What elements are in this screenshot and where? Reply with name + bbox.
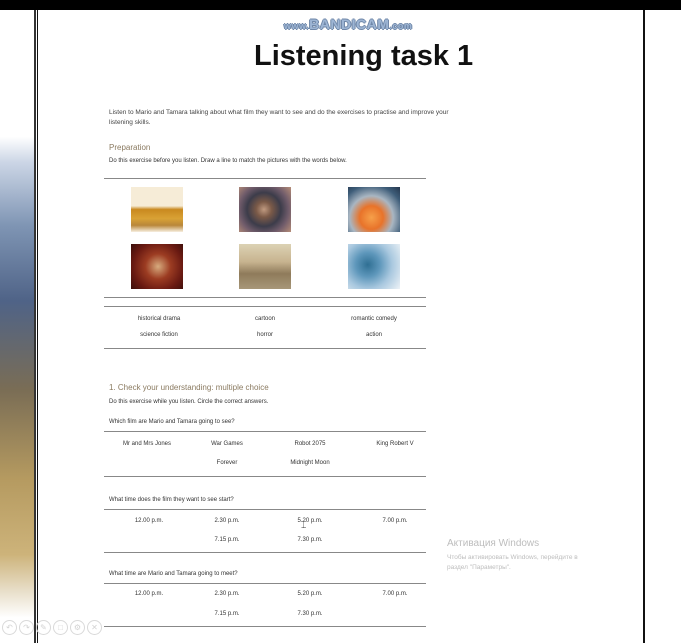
activation-heading: Активация Windows	[447, 538, 540, 549]
divider	[104, 476, 426, 477]
presentation-toolbar: ↶ ↷ ✎ □ ⚙ ✕	[2, 620, 102, 636]
fire-explosion-image	[348, 187, 400, 232]
close-icon[interactable]: ✕	[87, 620, 102, 635]
divider	[104, 552, 426, 553]
answer-option[interactable]: Midnight Moon	[271, 460, 349, 466]
answer-option[interactable]: 7.15 p.m.	[188, 611, 266, 617]
answer-option[interactable]: 7.00 p.m.	[356, 518, 434, 524]
answer-option[interactable]: 5.20 p.m.	[271, 591, 349, 597]
answer-option[interactable]: 7.30 p.m.	[271, 537, 349, 543]
preparation-heading: Preparation	[109, 143, 151, 152]
portrait-image	[239, 187, 291, 232]
exercise1-instruction: Do this exercise while you listen. Circl…	[109, 399, 269, 405]
top-black-bar	[0, 0, 681, 10]
eraser-icon[interactable]: □	[53, 620, 68, 635]
answer-option[interactable]: 5.20 p.m.	[271, 518, 349, 524]
pen-icon[interactable]: ✎	[36, 620, 51, 635]
question-2: What time does the film they want to see…	[109, 497, 234, 503]
answer-option[interactable]: Mr and Mrs Jones	[108, 441, 186, 447]
scifi-image	[348, 244, 400, 289]
answer-option[interactable]: 7.00 p.m.	[356, 591, 434, 597]
answer-option[interactable]: Forever	[188, 460, 266, 466]
page-title: Listening task 1	[254, 40, 474, 72]
divider	[104, 509, 426, 510]
background-window-strip	[0, 10, 36, 643]
word-bank: historical drama cartoon romantic comedy…	[104, 306, 426, 349]
answer-option[interactable]: 7.15 p.m.	[188, 537, 266, 543]
answer-option[interactable]: 7.30 p.m.	[271, 611, 349, 617]
word-item: action	[365, 332, 382, 338]
word-item: cartoon	[254, 316, 275, 322]
word-item: science fiction	[140, 332, 178, 338]
text-cursor-icon: ⌶	[301, 520, 307, 530]
divider	[104, 583, 426, 584]
answer-option[interactable]: Robot 2075	[271, 441, 349, 447]
forest-image	[239, 244, 291, 289]
right-margin	[644, 10, 681, 643]
answer-option[interactable]: King Robert V	[356, 441, 434, 447]
windows-activation-notice: Активация Windows Чтобы активировать Win…	[447, 538, 607, 573]
drama-image	[131, 244, 183, 289]
question-3: What time are Mario and Tamara going to …	[109, 571, 238, 577]
divider	[104, 626, 426, 627]
exercise1-heading: 1. Check your understanding: multiple ch…	[109, 383, 269, 392]
redo-icon[interactable]: ↷	[19, 620, 34, 635]
answer-option[interactable]: 12.00 p.m.	[110, 591, 188, 597]
bandicam-watermark: www.BANDICAM.com	[284, 16, 413, 32]
picture-grid	[104, 178, 426, 298]
word-item: romantic comedy	[351, 316, 397, 322]
preparation-instruction: Do this exercise before you listen. Draw…	[109, 158, 347, 164]
historical-scene-image	[131, 187, 183, 232]
undo-icon[interactable]: ↶	[2, 620, 17, 635]
word-item: horror	[256, 332, 273, 338]
activation-text-line1: Чтобы активировать Windows, перейдите в	[447, 554, 578, 561]
divider	[104, 431, 426, 432]
answer-option[interactable]: 12.00 p.m.	[110, 518, 188, 524]
word-item: historical drama	[137, 316, 181, 322]
answer-option[interactable]: War Games	[188, 441, 266, 447]
question-1: Which film are Mario and Tamara going to…	[109, 419, 235, 425]
intro-text: Listen to Mario and Tamara talking about…	[109, 109, 449, 126]
answer-option[interactable]: 2.30 p.m.	[188, 518, 266, 524]
settings-icon[interactable]: ⚙	[70, 620, 85, 635]
activation-text-line2: раздел "Параметры".	[447, 564, 511, 571]
answer-option[interactable]: 2.30 p.m.	[188, 591, 266, 597]
